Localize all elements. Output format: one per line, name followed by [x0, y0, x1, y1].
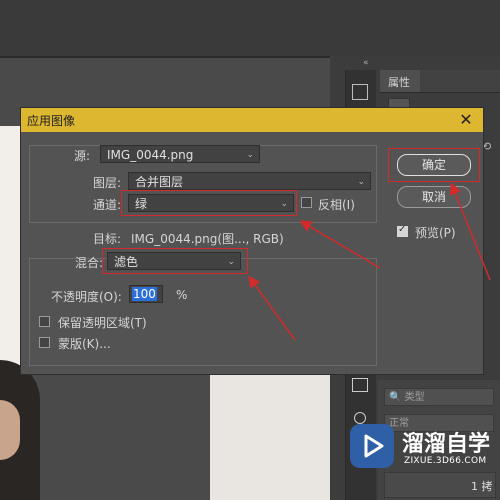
- channel-value: 绿: [135, 197, 148, 211]
- apply-image-dialog: 应用图像 ✕ 源: IMG_0044.png ⌄ 图层: 合并图层 ⌄ 通道: …: [20, 107, 484, 375]
- watermark: 溜溜自学 ZIXUE.3D66.COM: [350, 422, 496, 478]
- mask-label: 蒙版(K)...: [58, 337, 111, 351]
- checkmark-icon: ✓: [398, 224, 407, 235]
- cancel-button[interactable]: 取消: [397, 186, 471, 208]
- blending-select[interactable]: 滤色 ⌄: [107, 252, 241, 270]
- mask-checkbox[interactable]: [39, 337, 50, 348]
- chevron-down-icon: ⌄: [246, 150, 254, 160]
- layers-search-placeholder: 类型: [404, 392, 425, 403]
- tab-properties-label: 属性: [388, 76, 410, 89]
- collapse-panels-icon[interactable]: «: [363, 58, 369, 68]
- layer-label: 1 拷: [471, 480, 493, 493]
- watermark-name: 溜溜自学: [402, 432, 491, 457]
- blending-value: 滤色: [114, 255, 139, 269]
- opacity-unit: %: [176, 288, 188, 302]
- preview-checkbox[interactable]: ✓: [397, 224, 408, 237]
- target-value: IMG_0044.png(图..., RGB): [131, 232, 284, 246]
- source-value: IMG_0044.png: [107, 148, 194, 162]
- play-logo-icon: [350, 424, 394, 468]
- watermark-url: ZIXUE.3D66.COM: [404, 456, 487, 466]
- cancel-button-label: 取消: [421, 190, 446, 204]
- layer-label: 图层:: [93, 176, 122, 190]
- invert-checkbox[interactable]: [301, 197, 312, 208]
- ok-button-label: 确定: [421, 158, 446, 172]
- target-label: 目标:: [93, 232, 122, 246]
- preview-label: 预览(P): [415, 226, 456, 240]
- layer-value: 合并图层: [135, 175, 184, 189]
- opacity-value: 100: [132, 287, 157, 301]
- blending-label: 混合:: [75, 256, 104, 270]
- photo-background-right: [210, 375, 330, 500]
- layers-panel-icon[interactable]: [352, 378, 368, 392]
- history-panel-icon[interactable]: [352, 84, 368, 100]
- chevron-down-icon: ⌄: [227, 257, 235, 267]
- invert-label: 反相(I): [318, 198, 355, 212]
- chevron-down-icon: ⌄: [280, 199, 288, 209]
- preserve-transparency-label: 保留透明区域(T): [58, 316, 147, 330]
- channel-label: 通道:: [93, 198, 122, 212]
- close-icon[interactable]: ✕: [456, 110, 476, 130]
- layers-search-icon: 🔍: [389, 392, 402, 403]
- layers-search-input[interactable]: 🔍 类型: [384, 388, 494, 406]
- source-select[interactable]: IMG_0044.png ⌄: [100, 145, 260, 163]
- chevron-down-icon: ⌄: [357, 177, 365, 187]
- menu-bar-area: [0, 0, 500, 56]
- opacity-input[interactable]: 100: [129, 285, 163, 303]
- tab-properties[interactable]: 属性: [380, 70, 420, 92]
- dialog-titlebar: 应用图像 ✕: [21, 108, 483, 132]
- ok-button[interactable]: 确定: [397, 154, 471, 176]
- channel-select[interactable]: 绿 ⌄: [128, 194, 294, 212]
- source-label: 源:: [74, 149, 91, 163]
- preserve-transparency-checkbox[interactable]: [39, 316, 50, 327]
- dialog-title: 应用图像: [27, 114, 76, 128]
- opacity-label: 不透明度(O):: [51, 290, 122, 304]
- layer-select[interactable]: 合并图层 ⌄: [128, 172, 371, 190]
